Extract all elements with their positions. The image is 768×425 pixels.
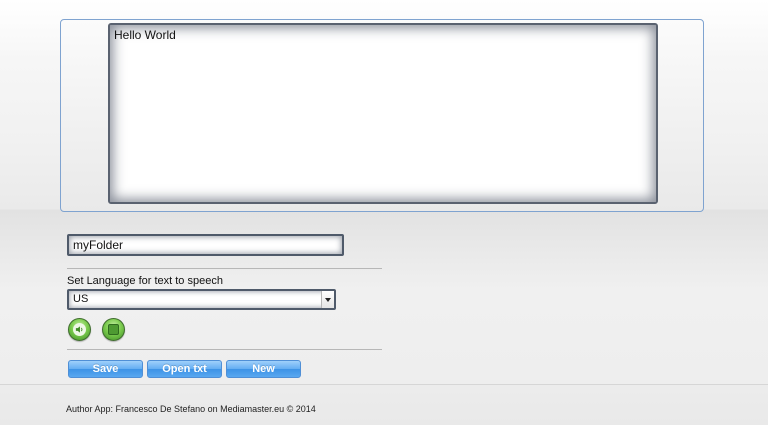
footer-divider bbox=[0, 384, 768, 385]
speaker-icon bbox=[73, 323, 86, 336]
speak-button[interactable] bbox=[68, 318, 91, 341]
footer-credit: Author App: Francesco De Stefano on Medi… bbox=[66, 404, 316, 414]
stop-icon bbox=[108, 324, 119, 335]
language-label: Set Language for text to speech bbox=[67, 275, 223, 287]
save-button[interactable]: Save bbox=[68, 360, 143, 378]
folder-name-input[interactable] bbox=[67, 234, 344, 256]
language-select[interactable]: US bbox=[67, 289, 336, 310]
chevron-down-icon[interactable] bbox=[321, 291, 334, 308]
editor-textarea[interactable]: Hello World bbox=[108, 23, 658, 204]
new-button[interactable]: New bbox=[226, 360, 301, 378]
editor-panel: Hello World bbox=[60, 19, 704, 212]
language-selected-value: US bbox=[73, 293, 89, 305]
speaker-glyph bbox=[75, 326, 83, 333]
open-txt-button[interactable]: Open txt bbox=[147, 360, 222, 378]
stop-button[interactable] bbox=[102, 318, 125, 341]
divider-top bbox=[67, 268, 382, 269]
divider-bottom bbox=[67, 349, 382, 350]
